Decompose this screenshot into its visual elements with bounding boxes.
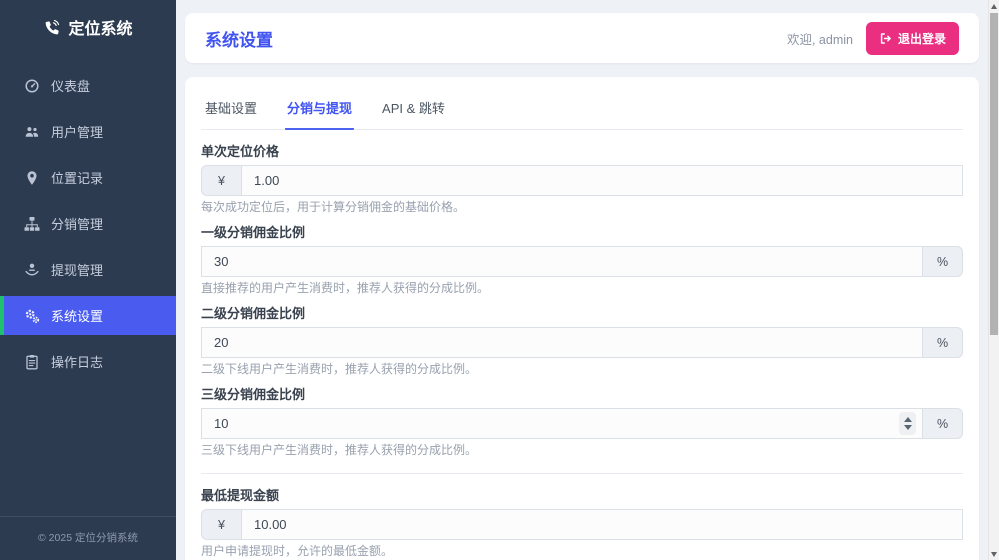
vertical-scrollbar[interactable] bbox=[988, 0, 999, 560]
sidebar-item-2[interactable]: 位置记录 bbox=[0, 158, 176, 197]
scrollbar-thumb[interactable] bbox=[990, 13, 998, 335]
sidebar-item-label: 提现管理 bbox=[51, 260, 103, 279]
field-help-text: 每次成功定位后，用于计算分销佣金的基础价格。 bbox=[201, 201, 963, 214]
scroll-up-arrow[interactable] bbox=[989, 0, 999, 12]
field-level3-commission-rate: 三级分销佣金比例% 三级下线用户产生消费时，推荐人获得的分成比例。 bbox=[201, 387, 963, 457]
stepper-down-icon[interactable] bbox=[904, 425, 912, 430]
hand-coin-icon bbox=[24, 262, 40, 278]
field-min-withdrawal-amount: 最低提现金额 ¥ 用户申请提现时，允许的最低金额。 bbox=[201, 488, 963, 558]
tab-0[interactable]: 基础设置 bbox=[203, 91, 259, 130]
sign-out-icon bbox=[879, 32, 892, 45]
sidebar-item-0[interactable]: 仪表盘 bbox=[0, 66, 176, 105]
min-withdrawal-amount-input[interactable] bbox=[241, 509, 963, 540]
cogs-icon bbox=[24, 308, 40, 324]
header-right: 欢迎, admin 退出登录 bbox=[787, 22, 959, 55]
number-stepper[interactable] bbox=[899, 412, 916, 435]
input-group: ¥ bbox=[201, 509, 963, 540]
level2-commission-rate-input[interactable] bbox=[201, 327, 923, 358]
sidebar-item-label: 仪表盘 bbox=[51, 76, 90, 95]
stepper-up-icon[interactable] bbox=[904, 417, 912, 422]
users-icon bbox=[24, 124, 40, 140]
percent-suffix-addon: % bbox=[923, 408, 963, 439]
sidebar-item-4[interactable]: 提现管理 bbox=[0, 250, 176, 289]
sidebar-item-label: 系统设置 bbox=[51, 306, 103, 325]
input-group: % bbox=[201, 327, 963, 358]
tachometer-icon bbox=[24, 78, 40, 94]
field-help-text: 直接推荐的用户产生消费时，推荐人获得的分成比例。 bbox=[201, 282, 963, 295]
settings-form: 单次定位价格 ¥ 每次成功定位后，用于计算分销佣金的基础价格。一级分销佣金比例% 直接… bbox=[201, 130, 963, 560]
level3-commission-rate-input[interactable] bbox=[201, 408, 923, 439]
settings-tabs: 基础设置分销与提现 API & 跳转 bbox=[201, 87, 963, 130]
currency-prefix-addon: ¥ bbox=[201, 165, 241, 196]
welcome-text: 欢迎, admin bbox=[787, 29, 853, 48]
field-level2-commission-rate: 二级分销佣金比例% 二级下线用户产生消费时，推荐人获得的分成比例。 bbox=[201, 306, 963, 376]
field-help-text: 三级下线用户产生消费时，推荐人获得的分成比例。 bbox=[201, 444, 963, 457]
field-label: 单次定位价格 bbox=[201, 144, 963, 159]
sidebar-item-label: 位置记录 bbox=[51, 168, 103, 187]
input-group: % bbox=[201, 246, 963, 277]
sidebar-item-label: 操作日志 bbox=[51, 352, 103, 371]
price-per-location-input[interactable] bbox=[241, 165, 963, 196]
field-label: 最低提现金额 bbox=[201, 488, 963, 503]
field-level1-commission-rate: 一级分销佣金比例% 直接推荐的用户产生消费时，推荐人获得的分成比例。 bbox=[201, 225, 963, 295]
level1-commission-rate-input[interactable] bbox=[201, 246, 923, 277]
field-help-text: 用户申请提现时，允许的最低金额。 bbox=[201, 545, 963, 558]
map-marker-icon bbox=[24, 170, 40, 186]
field-label: 二级分销佣金比例 bbox=[201, 306, 963, 321]
scroll-down-arrow[interactable] bbox=[989, 548, 999, 560]
sidebar-item-6[interactable]: 操作日志 bbox=[0, 342, 176, 381]
field-label: 三级分销佣金比例 bbox=[201, 387, 963, 402]
page-title: 系统设置 bbox=[205, 26, 273, 51]
page-header: 系统设置 欢迎, admin 退出登录 bbox=[185, 13, 979, 63]
tab-2[interactable]: API & 跳转 bbox=[380, 91, 447, 130]
sidebar-item-1[interactable]: 用户管理 bbox=[0, 112, 176, 151]
section-divider bbox=[201, 473, 963, 474]
app-logo: 定位系统 bbox=[0, 0, 176, 54]
percent-suffix-addon: % bbox=[923, 327, 963, 358]
input-group: % bbox=[201, 408, 963, 439]
sidebar-item-5[interactable]: 系统设置 bbox=[0, 296, 176, 335]
logout-label: 退出登录 bbox=[898, 30, 946, 47]
field-help-text: 二级下线用户产生消费时，推荐人获得的分成比例。 bbox=[201, 363, 963, 376]
settings-card: 基础设置分销与提现 API & 跳转 单次定位价格 ¥ 每次成功定位后，用于计算分销佣… bbox=[185, 77, 979, 560]
input-group: ¥ bbox=[201, 165, 963, 196]
sidebar-item-label: 用户管理 bbox=[51, 122, 103, 141]
sitemap-icon bbox=[24, 216, 40, 232]
sidebar-footer: © 2025 定位分销系统 bbox=[0, 516, 176, 560]
percent-suffix-addon: % bbox=[923, 246, 963, 277]
sidebar-item-3[interactable]: 分销管理 bbox=[0, 204, 176, 243]
logout-button[interactable]: 退出登录 bbox=[866, 22, 959, 55]
sidebar-item-label: 分销管理 bbox=[51, 214, 103, 233]
field-price-per-location: 单次定位价格 ¥ 每次成功定位后，用于计算分销佣金的基础价格。 bbox=[201, 144, 963, 214]
tab-1[interactable]: 分销与提现 bbox=[285, 91, 354, 130]
currency-prefix-addon: ¥ bbox=[201, 509, 241, 540]
app-title: 定位系统 bbox=[68, 15, 132, 39]
phone-volume-icon bbox=[43, 19, 60, 36]
clipboard-icon bbox=[24, 354, 40, 370]
main-area: 系统设置 欢迎, admin 退出登录 基础设置分销与提现 API & 跳转 单次… bbox=[176, 0, 988, 560]
field-label: 一级分销佣金比例 bbox=[201, 225, 963, 240]
sidebar: 定位系统 仪表盘用户管理位置记录分销管理提现管理系统设置操作日志 © 2025 … bbox=[0, 0, 176, 560]
sidebar-nav: 仪表盘用户管理位置记录分销管理提现管理系统设置操作日志 bbox=[0, 66, 176, 381]
